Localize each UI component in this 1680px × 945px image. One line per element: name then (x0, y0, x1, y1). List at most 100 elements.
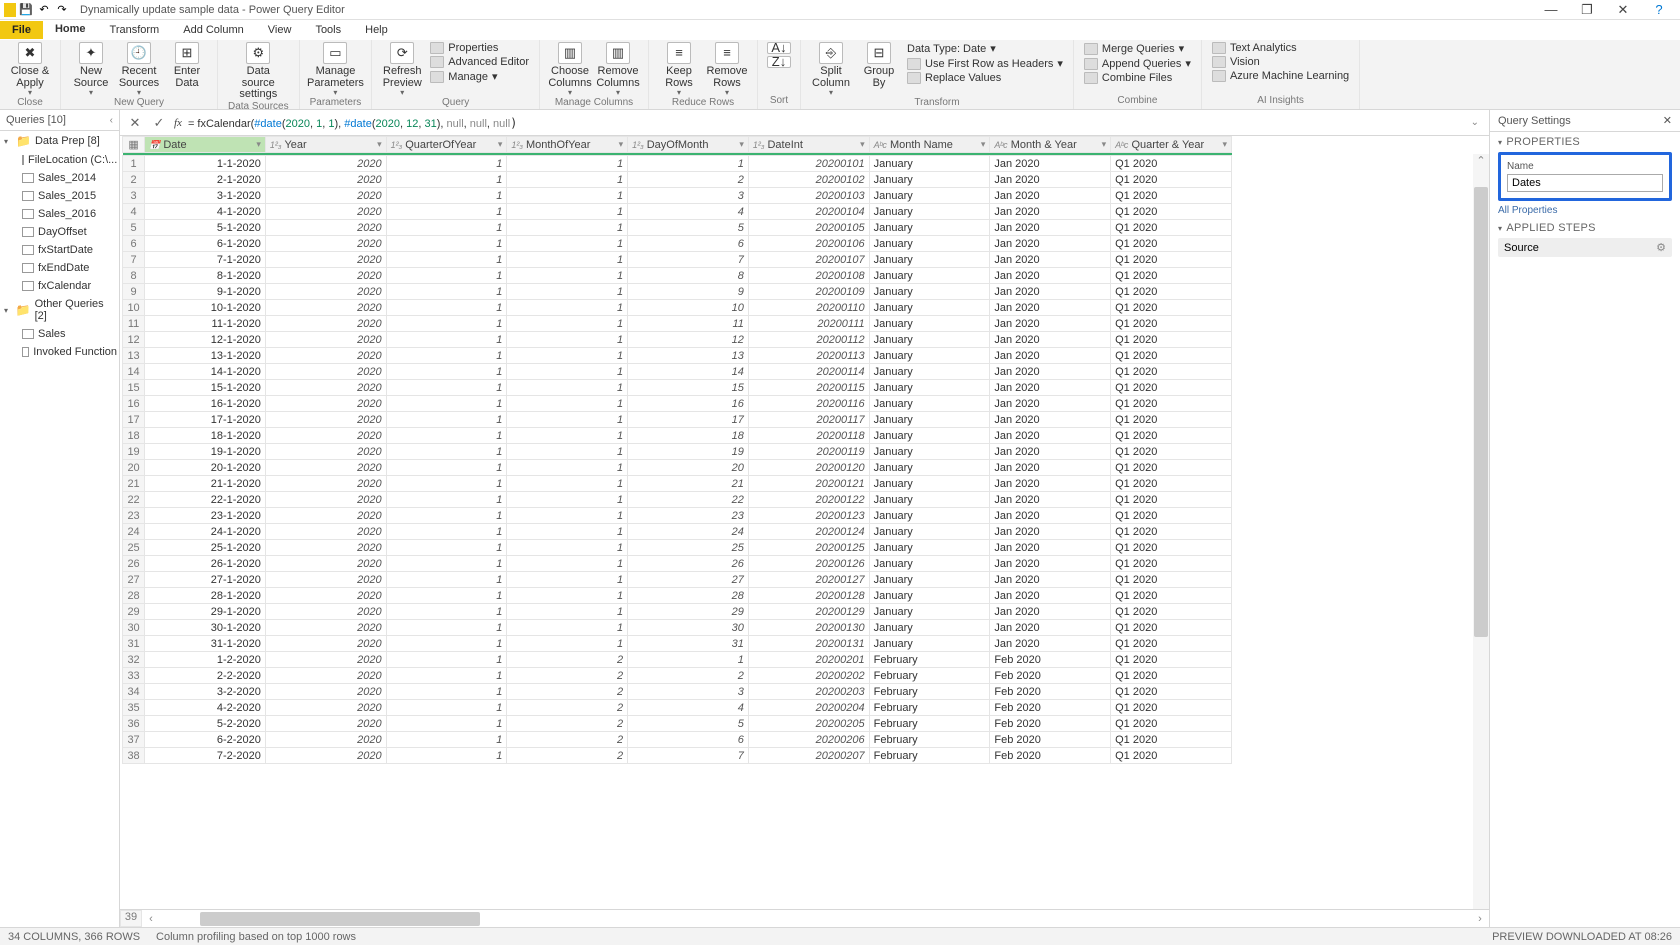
new-source-button[interactable]: ✦New Source▾ (71, 42, 111, 97)
cell[interactable]: 1 (386, 236, 507, 252)
cell[interactable]: January (869, 588, 990, 604)
cell[interactable]: 2020 (265, 684, 386, 700)
cell[interactable]: 1 (386, 252, 507, 268)
cancel-formula-button[interactable]: ✕ (126, 115, 144, 131)
cell[interactable]: 2020 (265, 572, 386, 588)
cell[interactable]: 19-1-2020 (145, 444, 266, 460)
cell[interactable]: Q1 2020 (1111, 444, 1232, 460)
cell[interactable]: 2020 (265, 252, 386, 268)
cell[interactable]: January (869, 364, 990, 380)
cell[interactable]: 11-1-2020 (145, 316, 266, 332)
cell[interactable]: 2 (507, 716, 628, 732)
cell[interactable]: Jan 2020 (990, 172, 1111, 188)
tab-view[interactable]: View (256, 21, 304, 39)
cell[interactable]: 2020 (265, 604, 386, 620)
cell[interactable]: 20200124 (748, 524, 869, 540)
cell[interactable]: January (869, 284, 990, 300)
cell[interactable]: January (869, 636, 990, 652)
cell[interactable]: 4-2-2020 (145, 700, 266, 716)
cell[interactable]: 1 (386, 396, 507, 412)
cell[interactable]: 20200129 (748, 604, 869, 620)
gear-icon[interactable]: ⚙ (1656, 241, 1666, 254)
cell[interactable]: Jan 2020 (990, 428, 1111, 444)
cell[interactable]: Feb 2020 (990, 732, 1111, 748)
cell[interactable]: 7 (628, 748, 749, 764)
cell[interactable]: Jan 2020 (990, 236, 1111, 252)
cell[interactable]: 1 (507, 156, 628, 172)
cell[interactable]: 1 (507, 588, 628, 604)
cell[interactable]: January (869, 620, 990, 636)
row-number[interactable]: 9 (123, 284, 145, 300)
query-item[interactable]: fxStartDate (0, 241, 119, 259)
use-first-row-headers-button[interactable]: Use First Row as Headers ▾ (907, 57, 1063, 70)
cell[interactable]: January (869, 572, 990, 588)
cell[interactable]: January (869, 348, 990, 364)
table-row[interactable]: 1818-1-20202020111820200118JanuaryJan 20… (123, 428, 1232, 444)
cell[interactable]: 2020 (265, 172, 386, 188)
cell[interactable]: 18-1-2020 (145, 428, 266, 444)
vision-button[interactable]: Vision (1212, 56, 1349, 68)
table-row[interactable]: 387-2-2020202012720200207FebruaryFeb 202… (123, 748, 1232, 764)
cell[interactable]: 1 (386, 524, 507, 540)
row-number[interactable]: 15 (123, 380, 145, 396)
cell[interactable]: 1 (507, 172, 628, 188)
cell[interactable]: 22 (628, 492, 749, 508)
cell[interactable]: January (869, 300, 990, 316)
cell[interactable]: Q1 2020 (1111, 748, 1232, 764)
row-number[interactable]: 10 (123, 300, 145, 316)
cell[interactable]: 27-1-2020 (145, 572, 266, 588)
cell[interactable]: 10-1-2020 (145, 300, 266, 316)
cell[interactable]: 20200206 (748, 732, 869, 748)
cell[interactable]: Q1 2020 (1111, 236, 1232, 252)
cell[interactable]: 1 (628, 652, 749, 668)
cell[interactable]: 3-2-2020 (145, 684, 266, 700)
folder-data-prep[interactable]: ▾📁Data Prep [8] (0, 131, 119, 151)
table-row[interactable]: 3030-1-20202020113020200130JanuaryJan 20… (123, 620, 1232, 636)
choose-columns-button[interactable]: ▥Choose Columns▾ (550, 42, 590, 97)
cell[interactable]: January (869, 524, 990, 540)
cell[interactable]: 1 (507, 636, 628, 652)
minimize-button[interactable]: — (1534, 1, 1568, 19)
cell[interactable]: 20200101 (748, 156, 869, 172)
cell[interactable]: 1 (386, 268, 507, 284)
keep-rows-button[interactable]: ≡Keep Rows▾ (659, 42, 699, 97)
cell[interactable]: Jan 2020 (990, 268, 1111, 284)
cell[interactable]: 1 (386, 652, 507, 668)
cell[interactable]: 1 (386, 588, 507, 604)
row-number[interactable]: 31 (123, 636, 145, 652)
azure-ml-button[interactable]: Azure Machine Learning (1212, 70, 1349, 82)
cell[interactable]: 7-2-2020 (145, 748, 266, 764)
cell[interactable]: February (869, 716, 990, 732)
cell[interactable]: 28-1-2020 (145, 588, 266, 604)
cell[interactable]: 20200111 (748, 316, 869, 332)
cell[interactable]: 1 (507, 332, 628, 348)
cell[interactable]: Q1 2020 (1111, 412, 1232, 428)
cell[interactable]: 1 (386, 476, 507, 492)
cell[interactable]: 14 (628, 364, 749, 380)
close-apply-button[interactable]: ✖Close & Apply▾ (10, 42, 50, 97)
table-row[interactable]: 2020-1-20202020112020200120JanuaryJan 20… (123, 460, 1232, 476)
cell[interactable]: 24 (628, 524, 749, 540)
cell[interactable]: 13-1-2020 (145, 348, 266, 364)
table-row[interactable]: 2323-1-20202020112320200123JanuaryJan 20… (123, 508, 1232, 524)
table-row[interactable]: 99-1-2020202011920200109JanuaryJan 2020Q… (123, 284, 1232, 300)
row-number[interactable]: 35 (123, 700, 145, 716)
cell[interactable]: 1 (386, 380, 507, 396)
help-button[interactable]: ? (1642, 1, 1676, 19)
cell[interactable]: 1 (386, 428, 507, 444)
cell[interactable]: 1 (628, 156, 749, 172)
cell[interactable]: Jan 2020 (990, 348, 1111, 364)
cell[interactable]: 1 (507, 620, 628, 636)
row-number[interactable]: 37 (123, 732, 145, 748)
cell[interactable]: Jan 2020 (990, 492, 1111, 508)
cell[interactable]: 4-1-2020 (145, 204, 266, 220)
cell[interactable]: 2020 (265, 156, 386, 172)
cell[interactable]: 16 (628, 396, 749, 412)
cell[interactable]: Q1 2020 (1111, 700, 1232, 716)
cell[interactable]: 2020 (265, 620, 386, 636)
cell[interactable]: 1 (507, 252, 628, 268)
cell[interactable]: January (869, 604, 990, 620)
cell[interactable]: 20200130 (748, 620, 869, 636)
row-number[interactable]: 30 (123, 620, 145, 636)
collapse-queries-button[interactable]: ‹ (110, 115, 113, 126)
